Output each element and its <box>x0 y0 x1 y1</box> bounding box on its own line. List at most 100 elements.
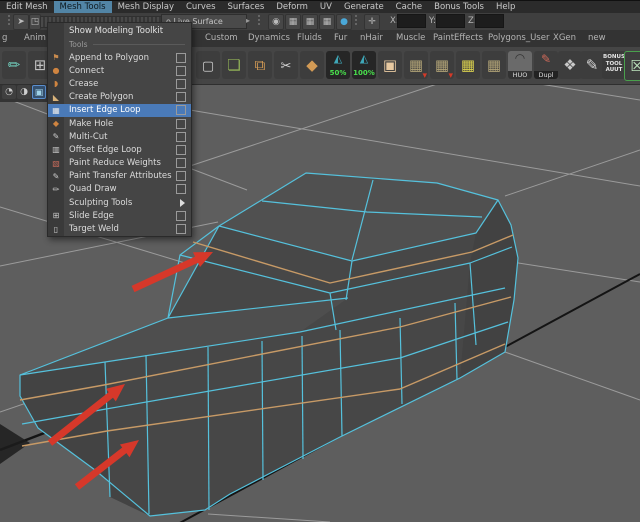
huo-label: HUO <box>508 71 532 79</box>
circle-quarter-icon[interactable]: ◔ <box>2 85 16 99</box>
duplicate-plane-icon[interactable] <box>248 51 272 79</box>
menu-curves[interactable]: Curves <box>180 1 222 13</box>
menu-surfaces[interactable]: Surfaces <box>222 1 271 13</box>
shelf-tab-polygons-user[interactable]: Polygons_User <box>482 30 555 47</box>
shelf-tab-fur[interactable]: Fur <box>328 30 353 47</box>
grid-arrow-icon[interactable] <box>404 51 428 79</box>
menu-item-append-to-polygon[interactable]: ⚑ Append to Polygon <box>48 51 191 64</box>
option-box[interactable] <box>176 158 186 169</box>
cube-primitive-icon[interactable] <box>378 51 402 79</box>
menu-item-multi-cut[interactable]: ✎ Multi-Cut <box>48 130 191 143</box>
playback-50-icon[interactable]: 50% <box>326 51 350 79</box>
menu-item-create-polygon[interactable]: ◣ Create Polygon <box>48 91 191 104</box>
y-input[interactable] <box>436 14 465 28</box>
option-box[interactable] <box>176 171 186 182</box>
green-checker-icon[interactable] <box>624 51 640 81</box>
menu-item-target-weld[interactable]: ▯ Target Weld <box>48 222 191 235</box>
shelf-tab-nhair[interactable]: nHair <box>354 30 389 47</box>
playback-100-icon[interactable]: 100% <box>352 51 376 79</box>
absolute-transform-icon[interactable]: ✛ <box>364 14 380 30</box>
option-box[interactable] <box>176 92 186 103</box>
menu-item-make-hole[interactable]: ◆ Make Hole <box>48 117 191 130</box>
paint-transfer-attributes-icon: ✎ <box>52 171 60 181</box>
menu-generate[interactable]: Generate <box>338 1 390 13</box>
x-input[interactable] <box>397 14 426 28</box>
menu-item-show-modeling-toolkit[interactable]: Show Modeling Toolkit <box>48 23 191 38</box>
menu-deform[interactable]: Deform <box>270 1 314 13</box>
menu-item-insert-edge-loop[interactable]: ▦ Insert Edge Loop <box>48 103 191 117</box>
shelf-tab-muscle[interactable]: Muscle <box>390 30 431 47</box>
menu-item-paint-transfer-attributes[interactable]: ✎ Paint Transfer Attributes <box>48 170 191 183</box>
option-box[interactable] <box>176 65 186 76</box>
hundred-percent-label: 100% <box>353 69 375 77</box>
multi-cut-icon: ✎ <box>52 132 60 142</box>
menu-help[interactable]: Help <box>490 1 521 13</box>
shelf-tab-xgen[interactable]: XGen <box>547 30 582 47</box>
expander-arrow-icon[interactable]: ▸ <box>246 16 250 25</box>
menu-item-crease[interactable]: ◗ Crease <box>48 77 191 90</box>
snap-point-icon[interactable]: ▦ <box>302 14 318 30</box>
section-separator[interactable] <box>355 15 357 27</box>
selection-mode-icon[interactable]: ➤ <box>13 14 29 30</box>
make-live-icon[interactable]: ● <box>336 14 352 30</box>
menu-item-paint-reduce-weights[interactable]: ▧ Paint Reduce Weights <box>48 157 191 170</box>
menu-bonus-tools[interactable]: Bonus Tools <box>428 1 490 13</box>
shelf-tab-painteffects[interactable]: PaintEffects <box>427 30 489 47</box>
menu-item-sculpting-tools[interactable]: Sculpting Tools <box>48 196 191 209</box>
option-box[interactable] <box>176 78 186 89</box>
section-separator[interactable] <box>258 15 260 27</box>
grid-yellow-icon[interactable] <box>456 51 480 79</box>
grid-arrow-icon[interactable] <box>430 51 454 79</box>
option-box[interactable] <box>176 131 186 142</box>
snap-plane-icon[interactable]: ▦ <box>319 14 335 30</box>
option-box[interactable] <box>176 224 186 235</box>
pen-tool-icon[interactable] <box>580 51 604 79</box>
section-separator[interactable] <box>8 15 10 27</box>
diamond-tiles-icon[interactable] <box>558 51 582 79</box>
menu-item-label: Show Modeling Toolkit <box>69 25 164 36</box>
menu-item-slide-edge[interactable]: ⊞ Slide Edge <box>48 209 191 222</box>
marquee-select-icon[interactable] <box>196 51 220 79</box>
menu-mesh-tools[interactable]: Mesh Tools <box>53 1 112 13</box>
shelf-tab-custom[interactable]: Custom <box>199 30 244 47</box>
shelf-tab-partial[interactable]: g <box>0 30 13 47</box>
cut-tool-icon[interactable] <box>274 51 298 79</box>
option-box[interactable] <box>176 105 186 116</box>
grid-plane-icon[interactable] <box>482 51 506 79</box>
menu-item-quad-draw[interactable]: ✏ Quad Draw <box>48 183 191 196</box>
poly-pen-tool-icon[interactable] <box>2 51 26 79</box>
combine-mesh-icon[interactable] <box>222 51 246 79</box>
option-box[interactable] <box>176 184 186 195</box>
bonus-tool-icon[interactable]: BONUS TOOL AUUT <box>602 51 626 79</box>
z-input[interactable] <box>475 14 504 28</box>
shelf-tab-dynamics[interactable]: Dynamics <box>242 30 296 47</box>
duplicate-script-icon[interactable]: Dupl <box>534 51 558 79</box>
snap-curve-icon[interactable]: ▦ <box>285 14 301 30</box>
poly-diamond-icon[interactable] <box>300 51 324 79</box>
connect-icon: ● <box>52 66 60 76</box>
section-label: Tools <box>69 40 88 49</box>
menu-item-offset-edge-loop[interactable]: ▥ Offset Edge Loop <box>48 143 191 156</box>
snap-grid-icon[interactable]: ◉ <box>268 14 284 30</box>
menu-item-label: Multi-Cut <box>69 131 108 142</box>
menu-uv[interactable]: UV <box>314 1 338 13</box>
menu-item-connect[interactable]: ● Connect <box>48 64 191 77</box>
menu-cache[interactable]: Cache <box>390 1 428 13</box>
shelf-tab-new[interactable]: new <box>582 30 612 47</box>
main-menubar: Edit Mesh Mesh Tools Mesh Display Curves… <box>0 0 640 13</box>
menu-edit-mesh[interactable]: Edit Mesh <box>0 1 54 13</box>
mesh-tools-dropdown-menu: Show Modeling Toolkit Tools ⚑ Append to … <box>47 22 192 237</box>
option-box[interactable] <box>176 144 186 155</box>
shelf-tab-fluids[interactable]: Fluids <box>291 30 328 47</box>
y-axis-label: Y: <box>429 16 436 26</box>
section-divider <box>93 44 185 45</box>
wire-sphere-icon[interactable]: ▣ <box>32 85 46 99</box>
menu-mesh-display[interactable]: Mesh Display <box>112 1 180 13</box>
option-box[interactable] <box>176 52 186 63</box>
circle-half-icon[interactable]: ◑ <box>17 85 31 99</box>
menu-item-label: Append to Polygon <box>69 52 149 63</box>
option-box[interactable] <box>176 210 186 221</box>
submenu-arrow-icon <box>180 198 185 207</box>
huo-script-icon[interactable]: HUO <box>508 51 532 79</box>
option-box[interactable] <box>176 118 186 129</box>
